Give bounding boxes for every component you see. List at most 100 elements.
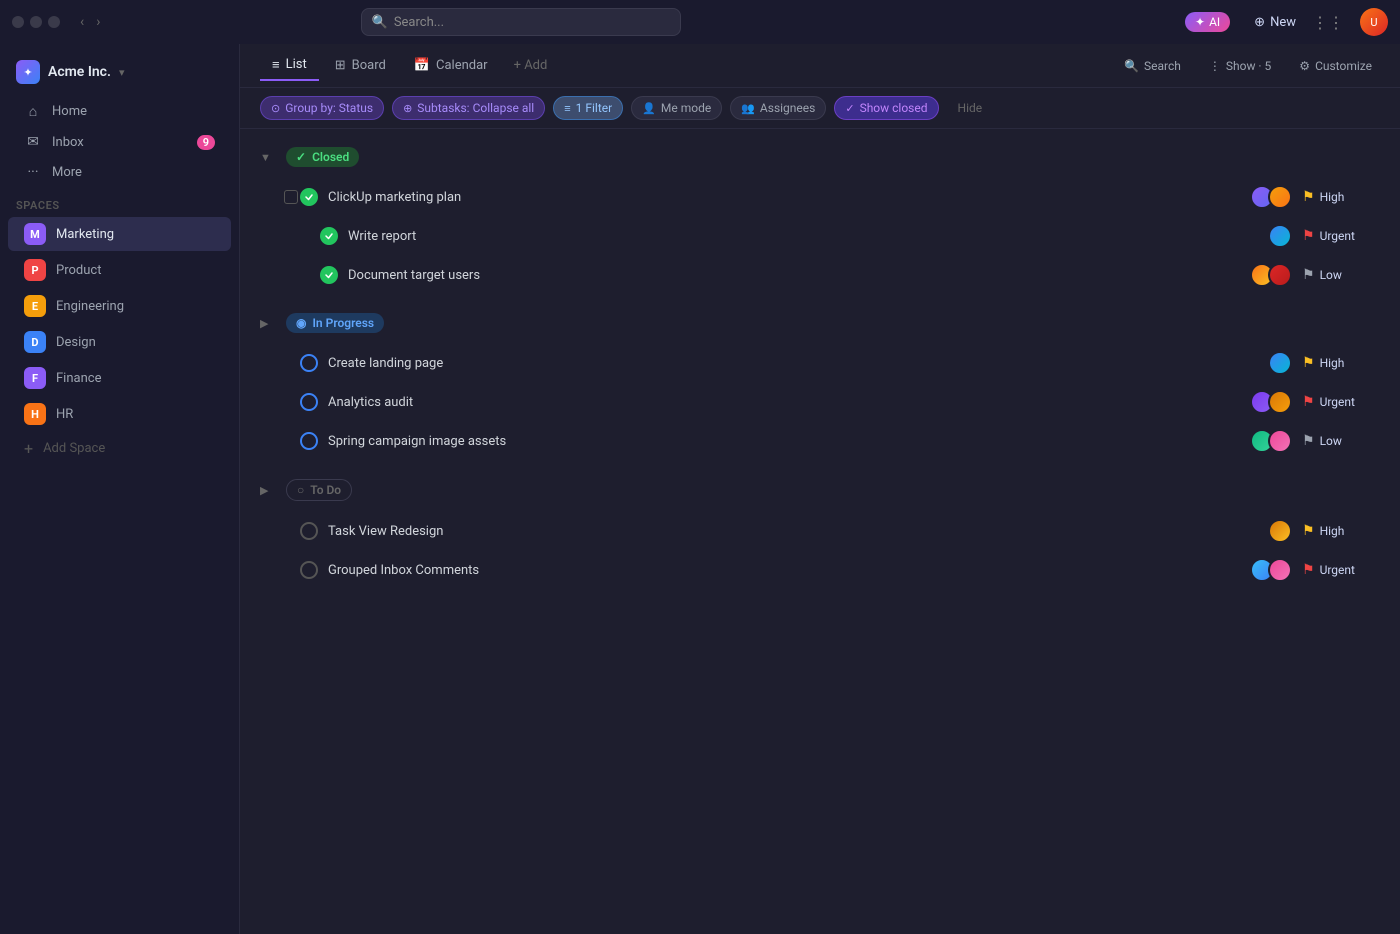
minimize-button[interactable] [30, 16, 42, 28]
task-status-to-do [300, 561, 318, 579]
tab-board[interactable]: ⊞ Board [323, 52, 398, 79]
task-row[interactable]: Spring campaign image assets ⚑ Low [248, 422, 1392, 460]
close-button[interactable] [12, 16, 24, 28]
search-placeholder: Search... [394, 15, 444, 30]
task-status-closed [300, 188, 318, 206]
sidebar-item-design[interactable]: D Design [8, 325, 231, 359]
task-status-in-progress [300, 393, 318, 411]
assignees-filter[interactable]: 👥 Assignees [730, 96, 826, 120]
nav-arrows: ‹ › [76, 12, 104, 32]
workspace-chevron-icon: ▾ [119, 66, 125, 79]
sidebar-item-engineering[interactable]: E Engineering [8, 289, 231, 323]
new-button[interactable]: ⊕ New [1254, 15, 1296, 30]
workspace-icon: ✦ [16, 60, 40, 84]
group-by-filter[interactable]: ⊙ Group by: Status [260, 96, 384, 120]
new-label: New [1270, 15, 1296, 30]
priority-flag: ⚑ Urgent [1302, 228, 1372, 244]
more-icon: ··· [24, 164, 42, 180]
task-name: Task View Redesign [328, 524, 1258, 539]
priority-label: Urgent [1320, 395, 1355, 409]
task-assignees [1268, 519, 1292, 543]
user-avatar[interactable]: U [1360, 8, 1388, 36]
in-progress-group-badge: ◉ In Progress [286, 313, 384, 333]
add-view-label: + Add [514, 58, 548, 73]
me-mode-filter[interactable]: 👤 Me mode [631, 96, 722, 120]
sidebar-item-home[interactable]: ⌂ Home [8, 97, 231, 126]
sidebar-item-hr[interactable]: H HR [8, 397, 231, 431]
task-assignees [1250, 185, 1292, 209]
priority-label: Urgent [1320, 229, 1355, 243]
tab-list[interactable]: ≡ List [260, 51, 319, 81]
task-row[interactable]: ⠿ ClickUp marketing plan ⚑ High [248, 178, 1392, 216]
home-icon: ⌂ [24, 103, 42, 120]
workspace-header[interactable]: ✦ Acme Inc. ▾ [0, 52, 239, 92]
flag-icon: ⚑ [1302, 267, 1315, 283]
group-header-closed[interactable]: ▼ ✓ Closed [240, 137, 1400, 177]
tab-calendar[interactable]: 📅 Calendar [402, 52, 500, 79]
product-space-dot: P [24, 259, 46, 281]
task-name: Analytics audit [328, 395, 1240, 410]
task-row[interactable]: Task View Redesign ⚑ High [248, 512, 1392, 550]
board-tab-label: Board [352, 58, 386, 73]
board-tab-icon: ⊞ [335, 58, 346, 73]
avatar [1268, 185, 1292, 209]
add-view-button[interactable]: + Add [504, 52, 558, 79]
search-icon: 🔍 [372, 15, 388, 30]
group-header-to-do[interactable]: ▶ ○ To Do [240, 469, 1400, 511]
flag-icon: ⚑ [1302, 355, 1315, 371]
task-name: ClickUp marketing plan [328, 190, 1240, 205]
maximize-button[interactable] [48, 16, 60, 28]
task-row[interactable]: Create landing page ⚑ High [248, 344, 1392, 382]
grid-icon[interactable]: ⋮⋮ [1312, 13, 1344, 32]
sidebar-item-product[interactable]: P Product [8, 253, 231, 287]
task-row[interactable]: Document target users ⚑ Low [248, 256, 1392, 294]
group-header-in-progress[interactable]: ▶ ◉ In Progress [240, 303, 1400, 343]
task-status-to-do [300, 522, 318, 540]
task-row[interactable]: Write report ⚑ Urgent [248, 217, 1392, 255]
hr-space-dot: H [24, 403, 46, 425]
me-icon: 👤 [642, 102, 656, 115]
priority-label: Low [1320, 434, 1342, 448]
sidebar-item-marketing[interactable]: M Marketing [8, 217, 231, 251]
spaces-label: Spaces [0, 187, 239, 216]
to-do-status-icon: ○ [297, 483, 304, 497]
design-space-dot: D [24, 331, 46, 353]
hide-filter[interactable]: Hide [947, 96, 994, 120]
global-search[interactable]: 🔍 Search... [361, 8, 681, 36]
avatar [1268, 263, 1292, 287]
in-progress-status-icon: ◉ [296, 316, 306, 330]
to-do-chevron-icon: ▶ [260, 484, 276, 497]
filter-label: 1 Filter [576, 101, 613, 115]
forward-arrow[interactable]: › [92, 12, 104, 32]
filter-chip[interactable]: ≡ 1 Filter [553, 96, 623, 120]
search-icon: 🔍 [1124, 59, 1139, 73]
group-icon: ⊙ [271, 102, 280, 115]
sidebar-item-inbox[interactable]: ✉ Inbox 9 [8, 128, 231, 156]
task-row[interactable]: Analytics audit ⚑ Urgent [248, 383, 1392, 421]
show-closed-filter[interactable]: ✓ Show closed [834, 96, 938, 120]
sidebar-item-finance[interactable]: F Finance [8, 361, 231, 395]
workspace-name: Acme Inc. [48, 64, 111, 80]
subtasks-filter[interactable]: ⊕ Subtasks: Collapse all [392, 96, 545, 120]
inbox-badge: 9 [197, 135, 215, 150]
avatar [1268, 558, 1292, 582]
add-space-button[interactable]: + Add Space [8, 433, 231, 464]
show-button[interactable]: ⋮ Show · 5 [1201, 55, 1279, 77]
sidebar-item-more[interactable]: ··· More [8, 158, 231, 186]
task-row[interactable]: Grouped Inbox Comments ⚑ Urgent [248, 551, 1392, 589]
list-tab-icon: ≡ [272, 57, 280, 73]
sidebar-home-label: Home [52, 104, 87, 119]
finance-label: Finance [56, 371, 101, 386]
search-button[interactable]: 🔍 Search [1116, 55, 1189, 77]
closed-status-icon: ✓ [296, 150, 306, 164]
top-nav-right: 🔍 Search ⋮ Show · 5 ⚙ Customize [1116, 55, 1380, 77]
marketing-label: Marketing [56, 227, 114, 242]
back-arrow[interactable]: ‹ [76, 12, 88, 32]
task-status-in-progress [300, 432, 318, 450]
avatar [1268, 390, 1292, 414]
finance-space-dot: F [24, 367, 46, 389]
task-checkbox[interactable] [284, 190, 298, 204]
customize-button[interactable]: ⚙ Customize [1291, 55, 1380, 77]
ai-button[interactable]: ✦ AI [1185, 12, 1230, 32]
window-controls [12, 16, 60, 28]
